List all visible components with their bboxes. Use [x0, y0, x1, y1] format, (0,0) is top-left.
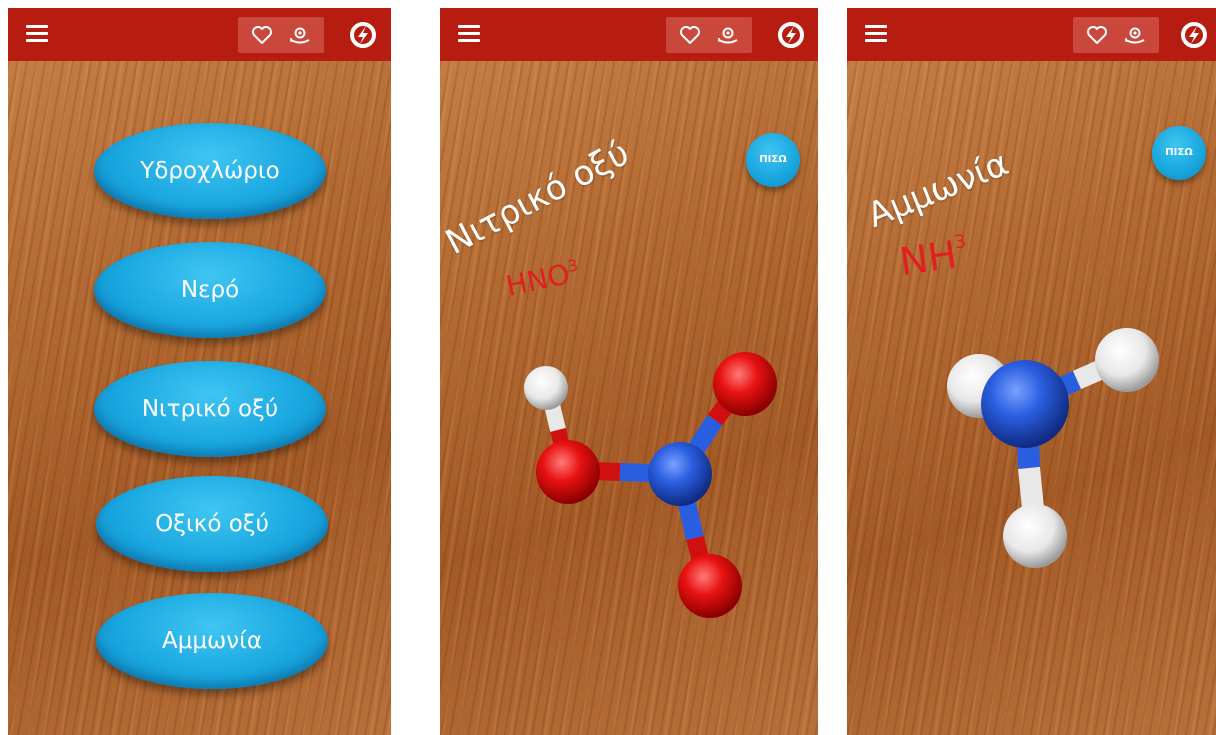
molecule-name-label: Αμμωνία [862, 143, 1015, 236]
hydrogen-atom [1095, 328, 1159, 392]
camera-switch-icon[interactable] [1123, 23, 1147, 47]
top-bar [440, 8, 818, 61]
nitric-acid-molecule-model [524, 352, 777, 618]
hydrogen-atom [1003, 504, 1067, 568]
menu-icon[interactable] [26, 25, 48, 43]
oxygen-atom [536, 440, 600, 504]
molecule-formula-label: NH3 [897, 231, 971, 284]
brand-logo-icon[interactable] [348, 20, 378, 50]
menu-button-acetic-acid[interactable]: Οξικό οξύ [96, 476, 328, 572]
ammonia-molecule-model [947, 328, 1159, 568]
back-button[interactable]: ΠΙΣΩ [1152, 126, 1206, 180]
hydrogen-atom [524, 366, 568, 410]
menu-button-hydrochloric[interactable]: Υδροχλώριο [94, 123, 326, 219]
top-bar [8, 8, 391, 61]
back-button[interactable]: ΠΙΣΩ [746, 133, 800, 187]
phone-screen-ammonia: ΠΙΣΩ Αμμωνία NH3 [847, 8, 1216, 735]
molecule-formula-label: HNO3 [503, 255, 582, 303]
nitrogen-atom [648, 442, 712, 506]
brand-logo-icon[interactable] [1179, 20, 1209, 50]
phone-screen-nitric-acid: ΠΙΣΩ Νιτρικό οξύ HNO3 [440, 8, 818, 735]
menu-icon[interactable] [458, 25, 480, 43]
formula-main: HNO [503, 257, 573, 303]
oxygen-atom [678, 554, 742, 618]
camera-switch-icon[interactable] [716, 23, 740, 47]
nitrogen-atom [981, 360, 1069, 448]
top-bar [847, 8, 1216, 61]
toolbar-icon-group [666, 17, 752, 53]
formula-main: NH [896, 232, 960, 284]
brand-logo-icon[interactable] [776, 20, 806, 50]
menu-button-nitric-acid[interactable]: Νιτρικό οξύ [94, 361, 326, 457]
menu-icon[interactable] [865, 25, 887, 43]
camera-switch-icon[interactable] [288, 23, 312, 47]
toolbar-icon-group [238, 17, 324, 53]
menu-button-ammonia[interactable]: Αμμωνία [96, 593, 328, 689]
heart-icon[interactable] [250, 23, 274, 47]
toolbar-icon-group [1073, 17, 1159, 53]
oxygen-atom [713, 352, 777, 416]
phone-screen-menu: Υδροχλώριο Νερό Νιτρικό οξύ Οξικό οξύ Αμ… [8, 8, 391, 735]
molecule-name-label: Νιτρικό οξύ [440, 133, 636, 263]
heart-icon[interactable] [678, 23, 702, 47]
menu-button-water[interactable]: Νερό [94, 242, 326, 338]
formula-subscript: 3 [953, 230, 968, 254]
heart-icon[interactable] [1085, 23, 1109, 47]
